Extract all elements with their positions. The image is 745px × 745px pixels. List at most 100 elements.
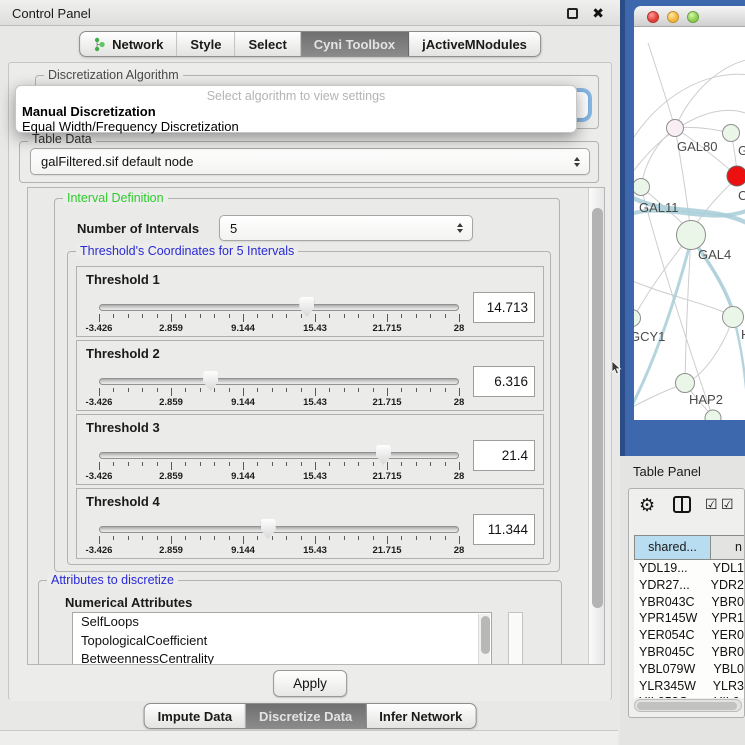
network-window-titlebar[interactable]: [634, 6, 745, 27]
cell-shared-name[interactable]: YBR043C: [634, 594, 708, 611]
cell-shared-name[interactable]: YDR27...: [634, 577, 708, 594]
checkbox-icon[interactable]: ☑: [721, 495, 734, 513]
mac-close-icon[interactable]: [647, 11, 659, 23]
network-node-gal4[interactable]: [677, 221, 706, 250]
close-icon[interactable]: ✖: [592, 4, 604, 22]
network-node[interactable]: [705, 410, 721, 420]
network-node-c[interactable]: [727, 166, 745, 186]
cell-name[interactable]: YER0: [708, 627, 744, 644]
tab-impute-data[interactable]: Impute Data: [145, 704, 246, 728]
network-node-gal11[interactable]: [634, 179, 650, 196]
node-label: GAL80: [677, 139, 717, 154]
attributes-list-side-scrollbar[interactable]: [508, 612, 523, 665]
tab-cyni-toolbox[interactable]: Cyni Toolbox: [301, 32, 409, 56]
attributes-scrollbar[interactable]: [478, 614, 490, 665]
table-row[interactable]: YBR043CYBR0: [634, 594, 744, 611]
table-row[interactable]: YDL19...YDL1: [634, 560, 744, 577]
slider-tick-label: 21.715: [372, 545, 401, 556]
cell-shared-name[interactable]: YER054C: [634, 627, 708, 644]
cell-shared-name[interactable]: YBR045C: [634, 644, 708, 661]
network-edge[interactable]: [648, 43, 675, 128]
table-row[interactable]: YER054CYER0: [634, 627, 744, 644]
threshold-value-field[interactable]: 14.713: [473, 292, 535, 323]
attribute-list-item[interactable]: BetweennessCentrality: [73, 650, 491, 665]
table-row[interactable]: YBR045CYBR0: [634, 644, 744, 661]
mac-zoom-icon[interactable]: [687, 11, 699, 23]
network-edge[interactable]: [675, 59, 745, 128]
cell-shared-name[interactable]: YPR145W: [634, 610, 708, 627]
attribute-list-item[interactable]: SelfLoops: [73, 613, 491, 632]
algorithm-option-equal-width[interactable]: Equal Width/Frequency Discretization: [16, 119, 576, 134]
network-edge[interactable]: [634, 279, 730, 315]
slider-tick-label: 15.43: [303, 397, 327, 408]
tab-infer-network[interactable]: Infer Network: [366, 704, 475, 728]
tab-style[interactable]: Style: [177, 32, 235, 56]
cell-name[interactable]: YIL0: [711, 694, 744, 698]
scrollbar-thumb[interactable]: [637, 702, 737, 710]
cell-shared-name[interactable]: YDL19...: [634, 560, 710, 577]
cell-shared-name[interactable]: YLR345W: [634, 678, 710, 695]
table-row[interactable]: YLR345WYLR3: [634, 678, 744, 695]
tab-label: Discretize Data: [259, 709, 352, 724]
cell-name[interactable]: YDR2: [708, 577, 744, 594]
checkbox-icon[interactable]: ☑: [705, 495, 718, 513]
scrollbar-thumb[interactable]: [592, 208, 603, 608]
tab-network[interactable]: Network: [80, 32, 177, 56]
slider-tick-label: 2.859: [159, 397, 183, 408]
cell-name[interactable]: YBR0: [708, 594, 744, 611]
column-header-shared-name[interactable]: shared...: [634, 535, 711, 560]
table-horizontal-scrollbar[interactable]: [634, 699, 742, 712]
columns-icon[interactable]: [673, 496, 691, 513]
table-panel-content: ⚙ ☑ ☑ shared... n YDL19...YDL1YDR27...YD…: [628, 488, 745, 718]
node-label: HAP2: [689, 392, 723, 407]
cell-shared-name[interactable]: YBL079W: [634, 661, 710, 678]
tab-select[interactable]: Select: [235, 32, 300, 56]
combo-spinner-icon[interactable]: [457, 223, 463, 233]
network-node-h[interactable]: [723, 307, 744, 328]
threshold-panel: Threshold 3 21.4 -3.4262.8599.14415.4321…: [76, 414, 544, 485]
cell-name[interactable]: YPR1: [708, 610, 744, 627]
threshold-value-field[interactable]: 6.316: [473, 366, 535, 397]
float-window-icon[interactable]: [567, 8, 578, 19]
network-edge[interactable]: [694, 179, 736, 227]
algorithm-option-manual[interactable]: Manual Discretization: [16, 104, 576, 119]
slider-track[interactable]: [99, 304, 459, 311]
number-of-intervals-combobox[interactable]: 5: [219, 215, 473, 241]
threshold-value-field[interactable]: 11.344: [473, 514, 535, 545]
combo-spinner-icon[interactable]: [574, 157, 580, 167]
table-row[interactable]: YPR145WYPR1: [634, 610, 744, 627]
network-edge[interactable]: [690, 321, 732, 381]
tab-label: jActiveMNodules: [422, 37, 527, 52]
table-row[interactable]: YIL052CYIL0: [634, 694, 744, 698]
cell-name[interactable]: YLR3: [710, 678, 744, 695]
slider-track[interactable]: [99, 526, 459, 533]
threshold-value-field[interactable]: 21.4: [473, 440, 535, 471]
apply-button[interactable]: Apply: [273, 670, 347, 697]
numerical-attributes-list[interactable]: SelfLoopsTopologicalCoefficientBetweenne…: [72, 612, 492, 665]
table-data-combobox[interactable]: galFiltered.sif default node: [30, 148, 590, 175]
mac-minimize-icon[interactable]: [667, 11, 679, 23]
apply-row: Apply: [10, 665, 610, 701]
network-node-gcy1[interactable]: [634, 310, 641, 327]
gear-icon[interactable]: ⚙: [639, 495, 655, 515]
table-row[interactable]: YBL079WYBL0: [634, 661, 744, 678]
slider-track[interactable]: [99, 378, 459, 385]
cell-name[interactable]: YBR0: [708, 644, 744, 661]
cell-name[interactable]: YBL0: [710, 661, 744, 678]
attribute-list-item[interactable]: TopologicalCoefficient: [73, 632, 491, 651]
column-header-name[interactable]: n: [711, 535, 744, 560]
cell-name[interactable]: YDL1: [710, 560, 744, 577]
network-canvas[interactable]: GAL80GACGAL11GAL4GCY1HHAP2: [634, 27, 745, 420]
tab-discretize-data[interactable]: Discretize Data: [246, 704, 366, 728]
scrollbar-thumb[interactable]: [481, 616, 490, 654]
network-edge[interactable]: [641, 128, 675, 187]
settings-vertical-scrollbar[interactable]: [588, 188, 604, 664]
tab-jactivemnodules[interactable]: jActiveMNodules: [409, 32, 540, 56]
network-node-hap2[interactable]: [676, 374, 695, 393]
table-row[interactable]: YDR27...YDR2: [634, 577, 744, 594]
network-node-gal80[interactable]: [667, 120, 684, 137]
discretization-algorithm-label: Discretization Algorithm: [44, 68, 183, 82]
slider-track[interactable]: [99, 452, 459, 459]
cell-shared-name[interactable]: YIL052C: [634, 694, 711, 698]
network-node-ga[interactable]: [723, 125, 740, 142]
